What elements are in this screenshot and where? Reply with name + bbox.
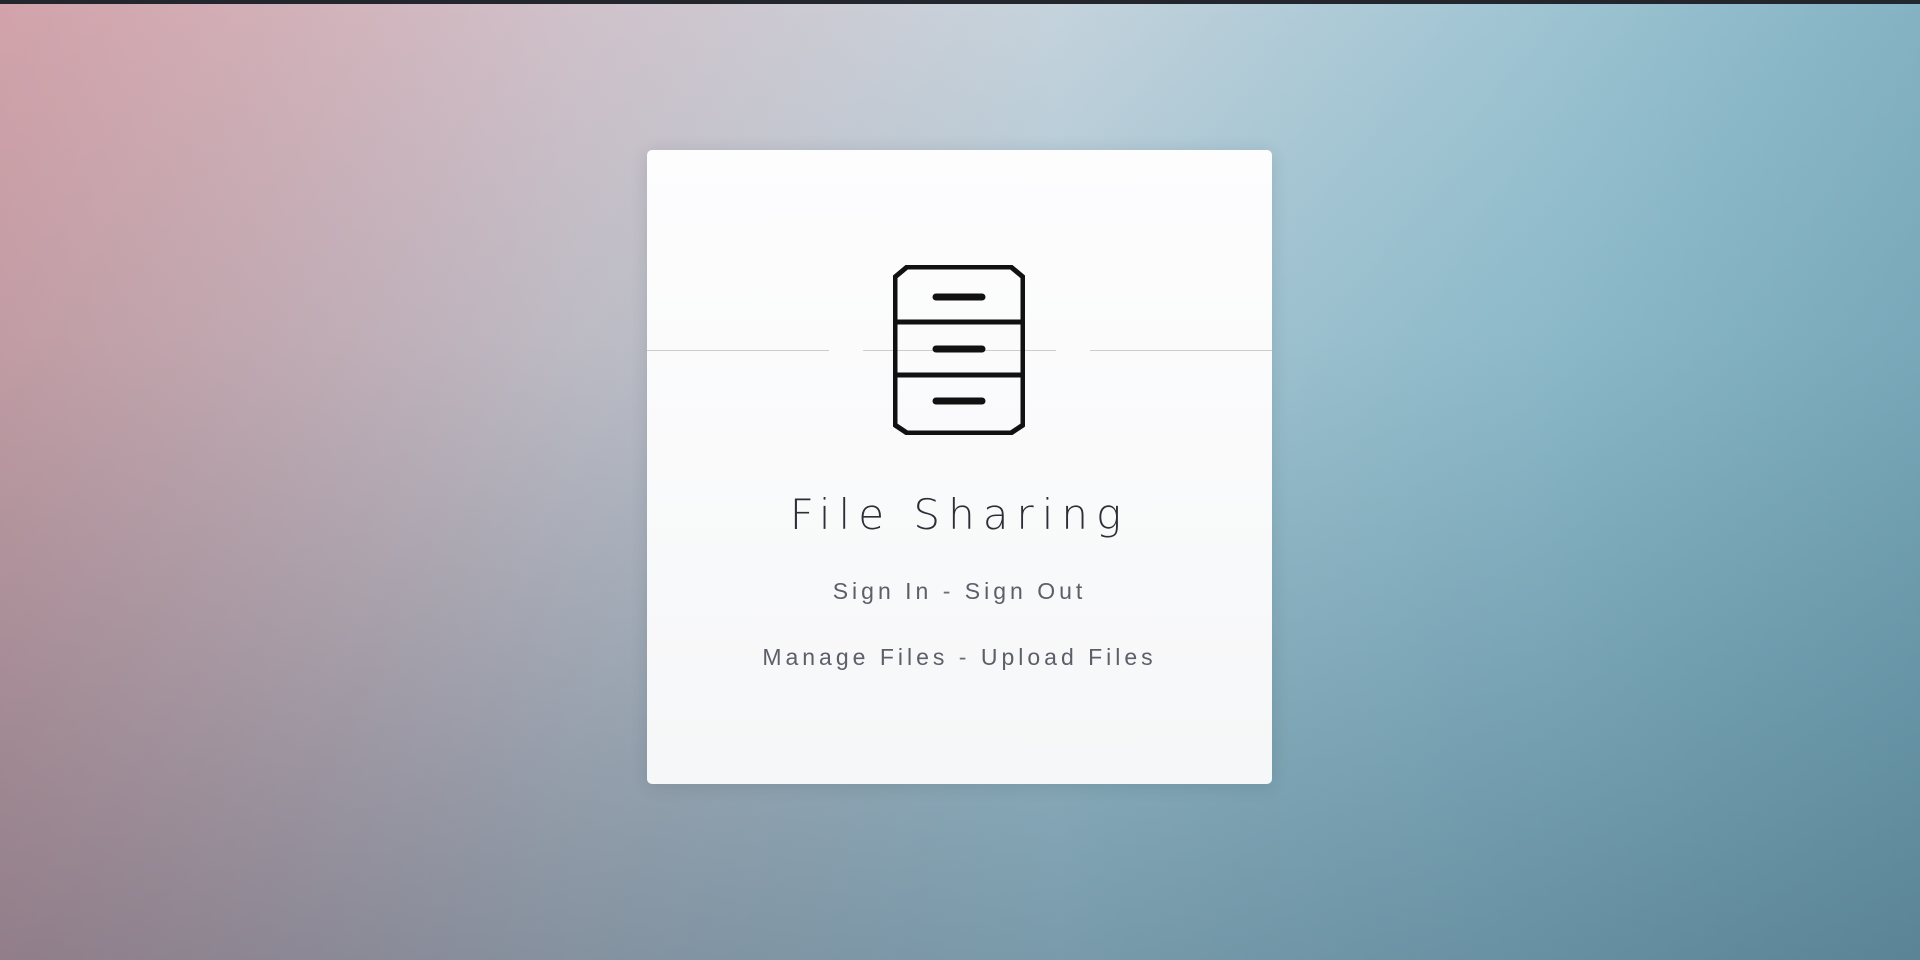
link-separator: -: [932, 578, 965, 604]
file-links: Manage Files - Upload Files: [647, 642, 1272, 672]
page-title: File Sharing: [789, 490, 1130, 539]
divider-left: [647, 350, 829, 351]
link-separator: -: [948, 644, 981, 670]
auth-links: Sign In - Sign Out: [647, 576, 1272, 606]
upload-files-link[interactable]: Upload Files: [981, 644, 1157, 670]
main-panel: [647, 150, 1272, 784]
divider-right: [1090, 350, 1272, 351]
file-cabinet-icon: [893, 265, 1025, 435]
sign-in-link[interactable]: Sign In: [833, 578, 933, 604]
sign-out-link[interactable]: Sign Out: [965, 578, 1087, 604]
top-edge-bar: [0, 0, 1920, 4]
manage-files-link[interactable]: Manage Files: [762, 644, 948, 670]
